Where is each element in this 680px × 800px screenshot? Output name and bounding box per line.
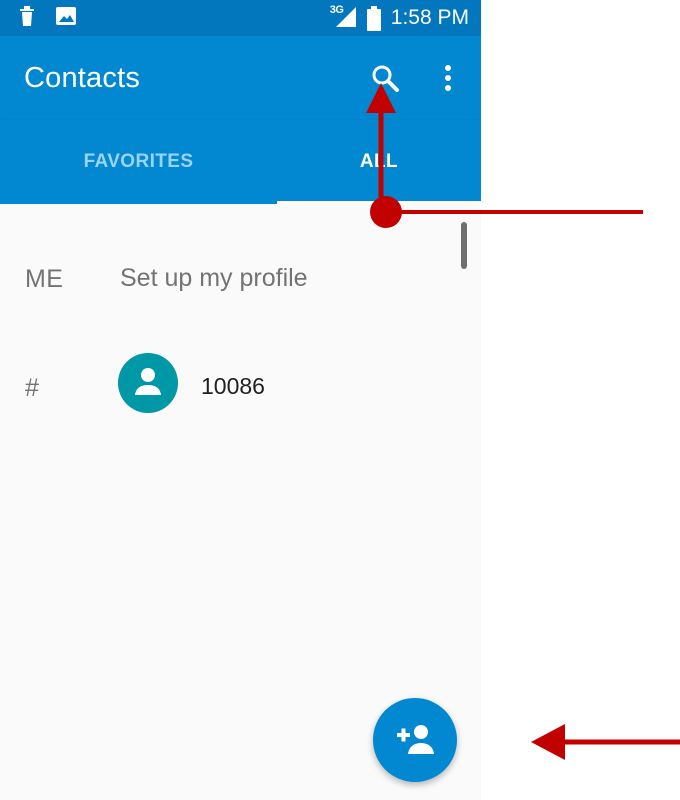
app-bar: Contacts (0, 36, 481, 120)
mobile-signal: 3G (330, 4, 358, 32)
tab-favorites[interactable]: FAVORITES (0, 120, 277, 204)
battery-icon (366, 5, 381, 31)
more-options-button[interactable] (427, 57, 469, 99)
setup-profile-text: Set up my profile (120, 264, 308, 292)
contact-tabs: FAVORITES ALL (0, 120, 481, 204)
signal-icon (335, 7, 356, 27)
contacts-app-screen: 3G 1:58 PM Contacts FAVORITES ALL ME Set… (0, 0, 481, 800)
add-contact-button[interactable] (373, 698, 457, 782)
trash-icon (18, 5, 36, 32)
status-system: 3G 1:58 PM (330, 4, 469, 32)
more-vert-icon (445, 65, 451, 91)
status-notifications (18, 5, 77, 32)
contact-section-label: # (25, 374, 39, 402)
avatar (118, 353, 178, 413)
tab-all[interactable]: ALL (277, 120, 481, 204)
search-button[interactable] (364, 57, 406, 99)
add-person-icon (397, 725, 434, 754)
profile-row[interactable]: ME Set up my profile (0, 239, 481, 311)
image-icon (55, 6, 77, 31)
search-icon (372, 65, 399, 92)
add-contact-annotation-arrow (531, 724, 680, 760)
status-time: 1:58 PM (390, 6, 469, 29)
status-bar: 3G 1:58 PM (0, 0, 481, 36)
contact-name: 10086 (201, 373, 265, 399)
person-icon (135, 368, 161, 395)
page-title: Contacts (24, 62, 141, 94)
contact-row[interactable]: # 10086 (0, 349, 481, 421)
screenshot-canvas: 3G 1:58 PM Contacts FAVORITES ALL ME Set… (0, 0, 680, 800)
me-section-label: ME (25, 265, 64, 293)
